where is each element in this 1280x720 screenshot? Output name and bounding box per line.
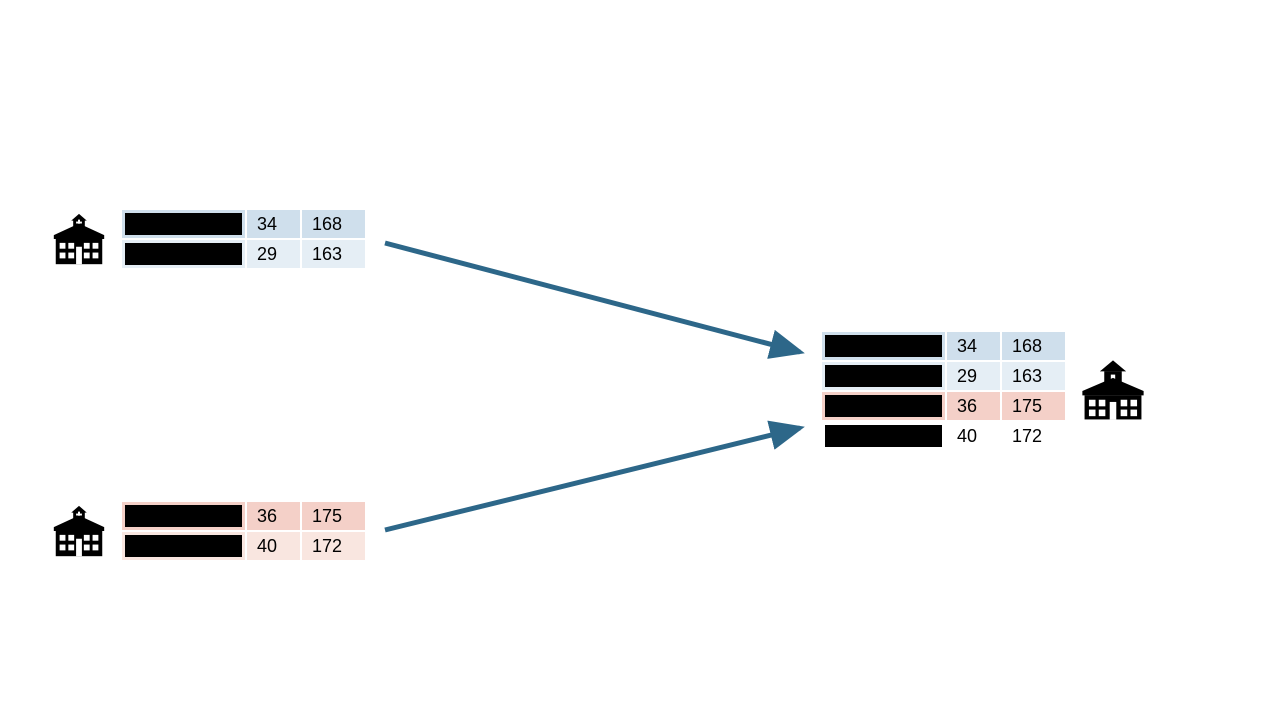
value-cell: 168 [301,209,366,239]
redacted-name-cell [121,501,246,531]
value-cell: 163 [1001,361,1066,391]
target-table: 34 168 29 163 36 175 40 172 [820,330,1067,452]
value-cell: 40 [946,421,1001,451]
table-row: 34 168 [121,209,366,239]
arrow-a-to-target [385,243,800,352]
arrow-b-to-target [385,428,800,530]
source-a: 34 168 29 163 [48,208,367,270]
value-cell: 172 [1001,421,1066,451]
value-cell: 29 [946,361,1001,391]
value-cell: 36 [246,501,301,531]
redacted-name-cell [821,331,946,361]
value-cell: 34 [946,331,1001,361]
table-row: 36 175 [121,501,366,531]
value-cell: 175 [301,501,366,531]
table-row: 29 163 [821,361,1066,391]
value-cell: 168 [1001,331,1066,361]
value-cell: 172 [301,531,366,561]
redacted-name-cell [821,391,946,421]
hospital-icon [48,208,110,270]
table-row: 36 175 [821,391,1066,421]
source-b: 36 175 40 172 [48,500,367,562]
value-cell: 163 [301,239,366,269]
value-cell: 34 [246,209,301,239]
redacted-name-cell [121,209,246,239]
redacted-name-cell [121,239,246,269]
value-cell: 36 [946,391,1001,421]
source-b-table: 36 175 40 172 [120,500,367,562]
redacted-name-cell [821,421,946,451]
source-a-table: 34 168 29 163 [120,208,367,270]
table-row: 29 163 [121,239,366,269]
hospital-icon [48,500,110,562]
value-cell: 175 [1001,391,1066,421]
table-row: 34 168 [821,331,1066,361]
redacted-name-cell [821,361,946,391]
table-row: 40 172 [821,421,1066,451]
value-cell: 29 [246,239,301,269]
target: 34 168 29 163 36 175 40 172 [820,330,1149,452]
table-row: 40 172 [121,531,366,561]
value-cell: 40 [246,531,301,561]
school-icon [1077,355,1149,427]
redacted-name-cell [121,531,246,561]
